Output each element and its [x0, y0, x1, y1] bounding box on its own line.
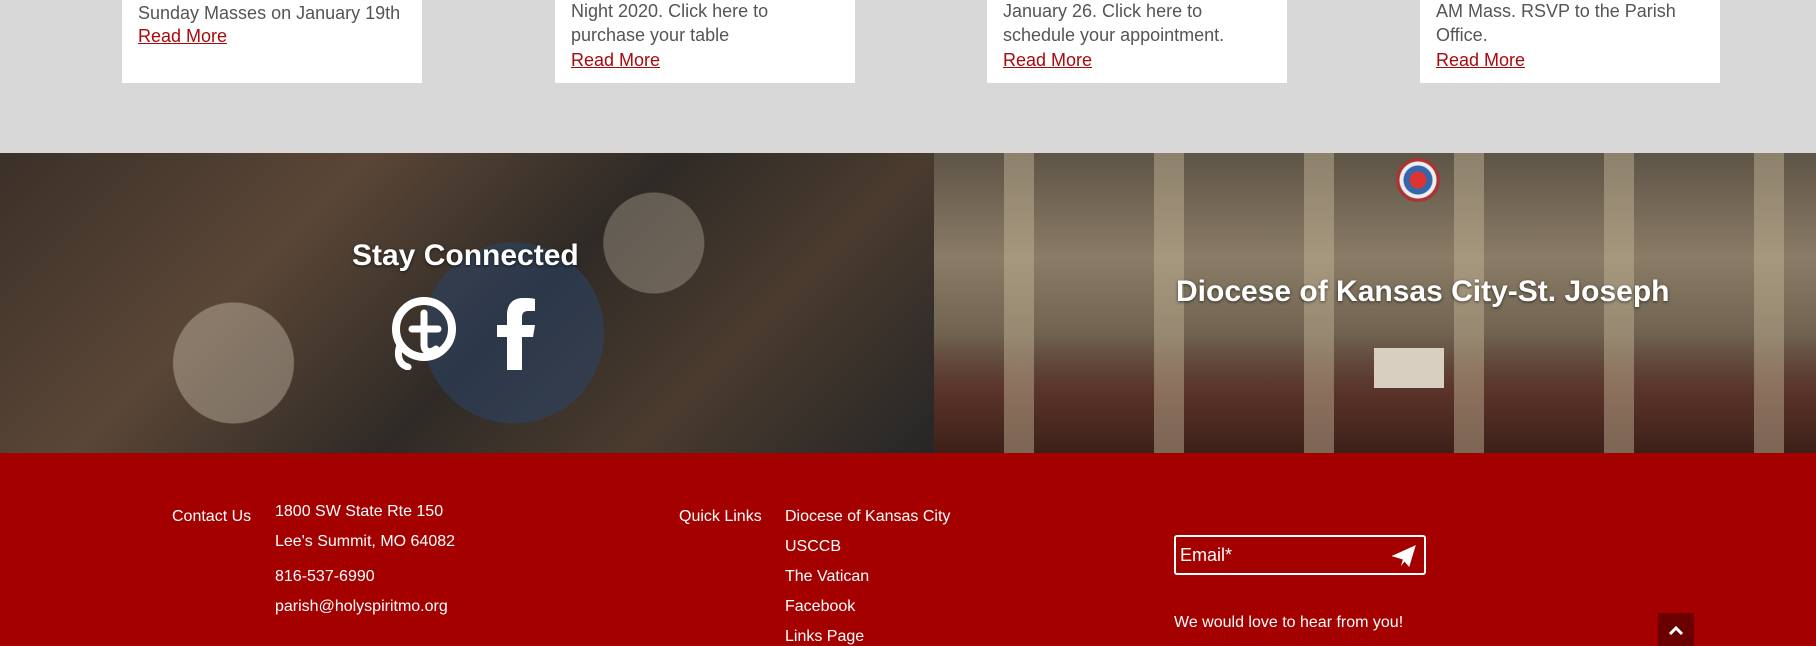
quick-link-usccb[interactable]: USCCB [785, 538, 841, 556]
news-card: January 26. Click here to schedule your … [987, 0, 1287, 83]
email-input[interactable] [1180, 544, 1380, 566]
news-card-text: Sunday Masses on January 19th [138, 3, 401, 23]
read-more-link[interactable]: Read More [1436, 50, 1525, 71]
social-links [390, 295, 552, 370]
altar-image [1374, 348, 1444, 388]
news-card-text: Night 2020. Click here to purchase your … [571, 1, 769, 45]
rose-window-image [1396, 158, 1440, 202]
phone-link[interactable]: 816-537-6990 [275, 568, 375, 586]
news-card-text: AM Mass. RSVP to the Parish Office. [1436, 1, 1676, 45]
quick-link-facebook[interactable]: Facebook [785, 598, 855, 616]
news-strip: Sunday Masses on January 19th Read More … [0, 0, 1816, 153]
email-link[interactable]: parish@holyspiritmo.org [275, 598, 448, 616]
read-more-link[interactable]: Read More [138, 26, 227, 47]
diocese-banner[interactable]: Diocese of Kansas City-St. Joseph [934, 153, 1816, 453]
address-line-1: 1800 SW State Rte 150 [275, 503, 444, 520]
read-more-link[interactable]: Read More [571, 50, 660, 71]
news-card: Night 2020. Click here to purchase your … [555, 0, 855, 83]
stay-connected-banner: Stay Connected [0, 153, 934, 453]
feature-banners: Stay Connected Diocese of Kansas City-St… [0, 153, 1816, 453]
flocknote-icon[interactable] [390, 295, 460, 370]
news-card: AM Mass. RSVP to the Parish Office. Read… [1420, 0, 1720, 83]
diocese-title[interactable]: Diocese of Kansas City-St. Joseph [1176, 275, 1669, 309]
news-card: Sunday Masses on January 19th Read More [122, 0, 422, 83]
site-footer: Contact Us 1800 SW State Rte 150 Lee's S… [0, 453, 1816, 646]
quick-link-vatican[interactable]: The Vatican [785, 568, 869, 586]
stay-connected-title: Stay Connected [352, 239, 579, 272]
back-to-top-button[interactable] [1658, 613, 1694, 646]
quick-link-links-page[interactable]: Links Page [785, 628, 864, 646]
news-card-text: January 26. Click here to schedule your … [1003, 1, 1225, 45]
footer-message: We would love to hear from you! [1174, 614, 1404, 631]
chevron-up-icon [1668, 625, 1684, 635]
read-more-link[interactable]: Read More [1003, 50, 1092, 71]
address-line-2: Lee's Summit, MO 64082 [275, 533, 456, 550]
quick-links-label: Quick Links [679, 508, 762, 525]
quick-link-diocese[interactable]: Diocese of Kansas City [785, 508, 950, 526]
facebook-icon[interactable] [482, 295, 552, 370]
newsletter-form [1174, 535, 1426, 575]
send-icon[interactable] [1392, 545, 1416, 567]
contact-us-label: Contact Us [172, 508, 252, 525]
